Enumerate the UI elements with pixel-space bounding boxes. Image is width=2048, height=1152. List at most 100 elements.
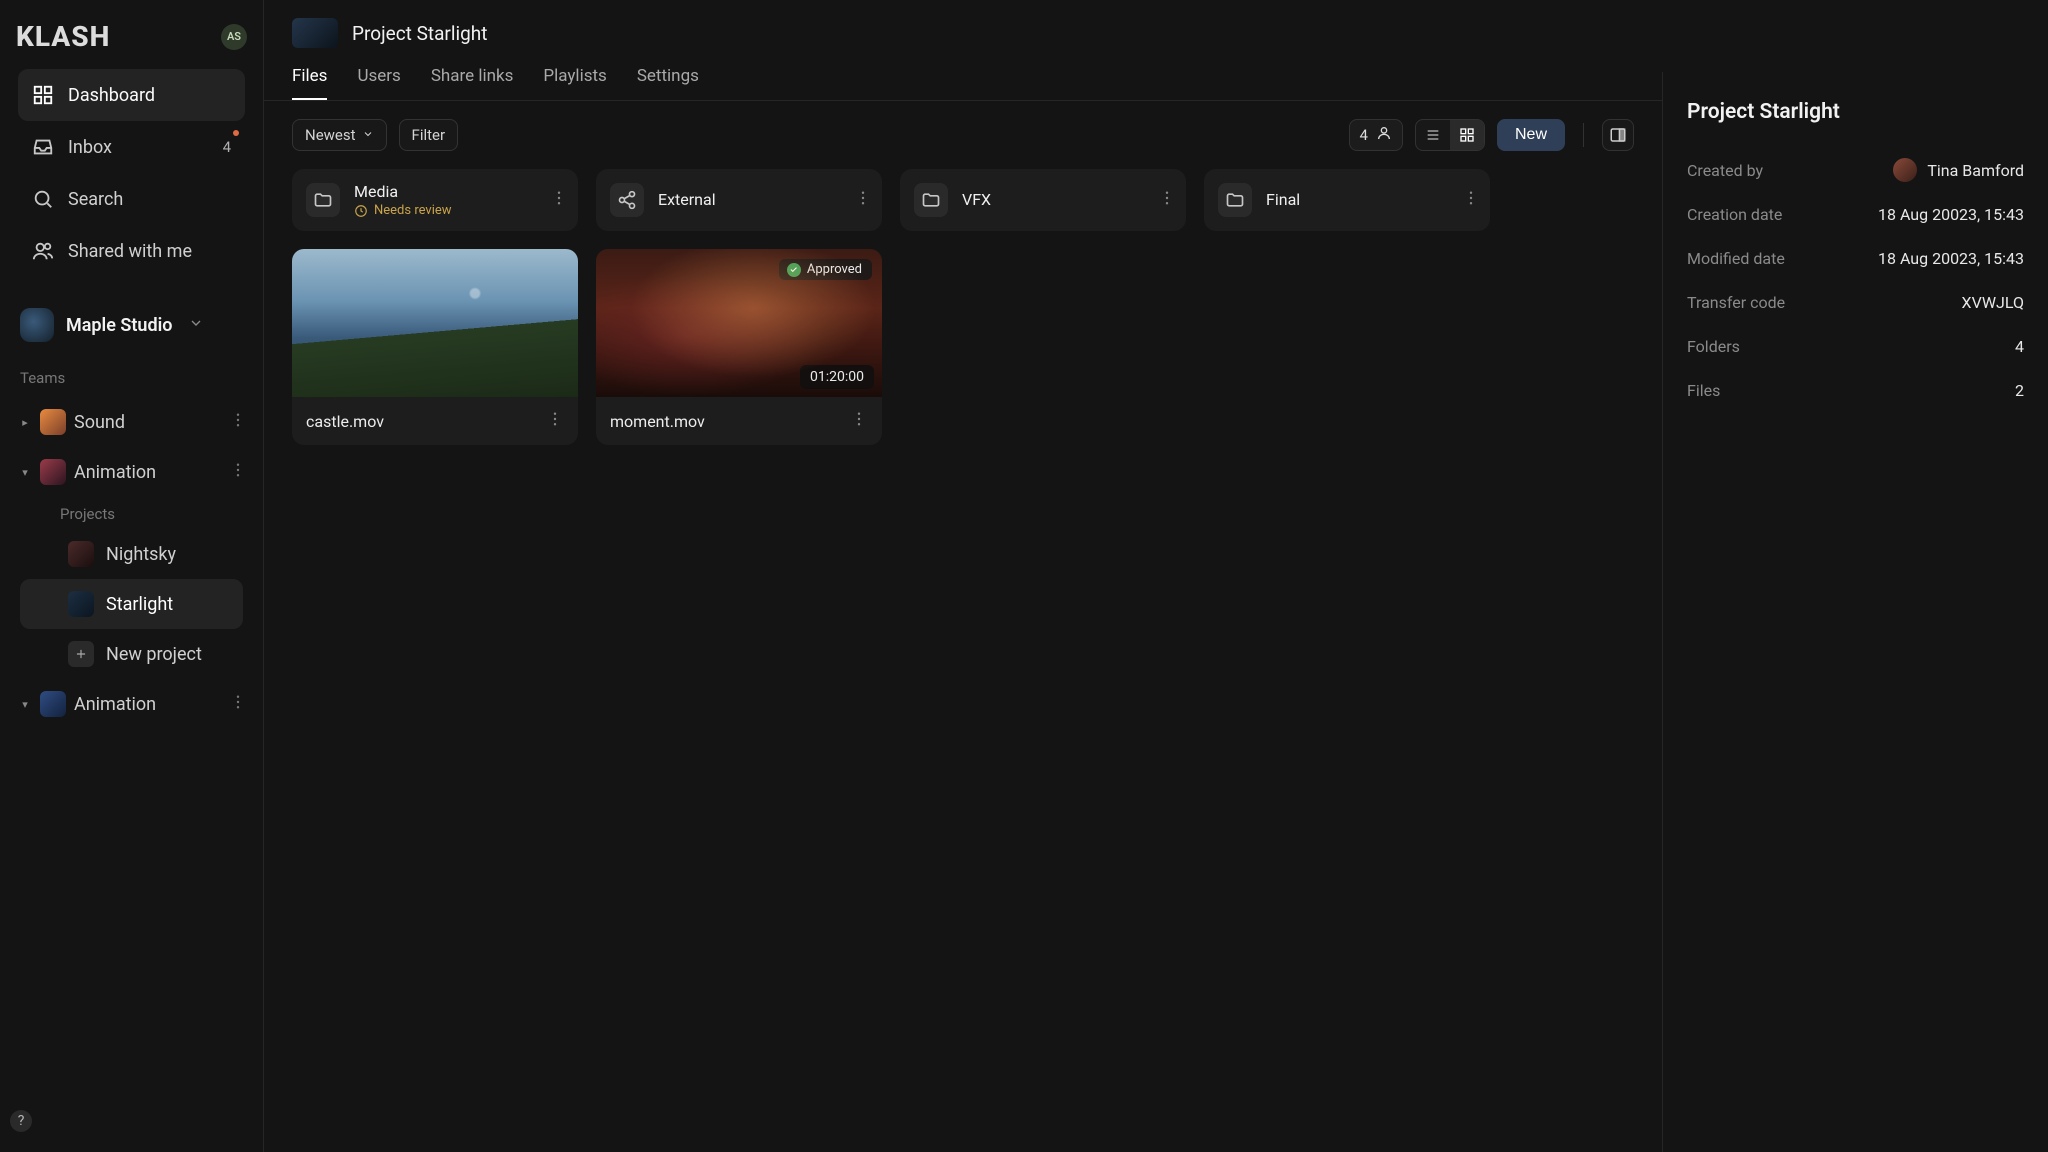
project-nightsky[interactable]: Nightsky [20, 529, 243, 579]
team-avatar [40, 409, 66, 435]
chevron-down-icon [362, 126, 374, 144]
approved-badge: Approved [779, 259, 872, 280]
new-button[interactable]: New [1497, 119, 1565, 151]
project-starlight[interactable]: Starlight [20, 579, 243, 629]
detail-value: 2 [2015, 381, 2024, 400]
team-more-button[interactable] [229, 411, 247, 434]
file-more-button[interactable] [546, 410, 564, 432]
details-panel: Project Starlight Created by Tina Bamfor… [1662, 72, 2048, 1152]
team-sound[interactable]: ▸ Sound [6, 397, 257, 447]
user-icon [1376, 125, 1392, 145]
share-icon [610, 183, 644, 217]
sort-label: Newest [305, 126, 356, 144]
detail-key: Created by [1687, 161, 1763, 180]
dashboard-icon [32, 84, 54, 106]
filter-button[interactable]: Filter [399, 119, 459, 151]
projects-heading: Projects [6, 497, 257, 529]
view-list-button[interactable] [1416, 120, 1450, 150]
team-avatar [40, 459, 66, 485]
tab-playlists[interactable]: Playlists [543, 66, 606, 100]
file-more-button[interactable] [850, 410, 868, 432]
inbox-icon [32, 136, 54, 158]
team-more-button[interactable] [229, 693, 247, 716]
page-title: Project Starlight [352, 22, 487, 45]
sort-dropdown[interactable]: Newest [292, 119, 387, 151]
app-logo: KLASH [16, 20, 110, 53]
nav-dashboard[interactable]: Dashboard [18, 69, 245, 121]
team-more-button[interactable] [229, 461, 247, 484]
file-thumbnail: Approved 01:20:00 [596, 249, 882, 397]
folder-status: Needs review [374, 203, 452, 218]
inbox-count-value: 4 [223, 138, 231, 156]
chevron-down-icon[interactable]: ▾ [18, 698, 32, 711]
user-avatar-icon [1893, 158, 1917, 182]
file-duration: 01:20:00 [496, 369, 570, 385]
filter-label: Filter [412, 126, 446, 144]
folder-external[interactable]: External [596, 169, 882, 231]
detail-files: Files 2 [1687, 368, 2024, 412]
folder-icon [1218, 183, 1252, 217]
details-title: Project Starlight [1687, 100, 2024, 124]
tab-share-links[interactable]: Share links [431, 66, 514, 100]
detail-key: Creation date [1687, 205, 1782, 224]
plus-icon [68, 641, 94, 667]
nav-shared[interactable]: Shared with me [18, 225, 245, 277]
detail-created-by: Created by Tina Bamford [1687, 148, 2024, 192]
detail-key: Files [1687, 381, 1720, 400]
chevron-right-icon[interactable]: ▸ [18, 416, 32, 429]
nav-inbox-label: Inbox [68, 137, 112, 158]
member-count: 4 [1360, 126, 1368, 144]
file-name: castle.mov [306, 412, 384, 431]
workspace-switcher[interactable]: Maple Studio [0, 303, 263, 347]
workspace-name: Maple Studio [66, 315, 172, 336]
file-duration: 01:20:00 [810, 369, 864, 385]
detail-key: Folders [1687, 337, 1740, 356]
detail-modified-date: Modified date 18 Aug 20023, 15:43 [1687, 236, 2024, 280]
tab-files[interactable]: Files [292, 66, 327, 100]
file-moment[interactable]: Approved 01:20:00 moment.mov [596, 249, 882, 445]
file-castle[interactable]: v2 01:20:00 castle.mov [292, 249, 578, 445]
folder-final[interactable]: Final [1204, 169, 1490, 231]
tab-users[interactable]: Users [357, 66, 400, 100]
folder-name: External [658, 190, 716, 209]
user-avatar[interactable]: AS [221, 24, 247, 50]
sidebar: KLASH AS Dashboard Inbox 4 Search [0, 0, 264, 1152]
nav-inbox[interactable]: Inbox 4 [18, 121, 245, 173]
member-count-button[interactable]: 4 [1349, 119, 1403, 151]
workspace-avatar [20, 308, 54, 342]
project-label: Nightsky [106, 544, 176, 565]
detail-value: 4 [2015, 337, 2024, 356]
project-label: Starlight [106, 594, 173, 615]
folder-more-button[interactable] [854, 189, 872, 212]
detail-value: 18 Aug 20023, 15:43 [1878, 249, 2024, 268]
help-button[interactable]: ? [10, 1110, 32, 1132]
team-label: Animation [74, 462, 156, 483]
nav-search[interactable]: Search [18, 173, 245, 225]
project-thumb [68, 591, 94, 617]
nav-shared-label: Shared with me [68, 241, 192, 262]
new-project-button[interactable]: New project [20, 629, 243, 679]
team-animation-2[interactable]: ▾ Animation [6, 679, 257, 729]
tab-settings[interactable]: Settings [637, 66, 699, 100]
folder-vfx[interactable]: VFX [900, 169, 1186, 231]
detail-transfer-code: Transfer code XVWJLQ [1687, 280, 2024, 324]
chevron-down-icon[interactable]: ▾ [18, 466, 32, 479]
clock-icon [354, 204, 368, 218]
details-panel-toggle[interactable] [1602, 119, 1634, 151]
approved-label: Approved [807, 262, 862, 277]
search-icon [32, 188, 54, 210]
detail-creation-date: Creation date 18 Aug 20023, 15:43 [1687, 192, 2024, 236]
folder-name: Final [1266, 190, 1300, 209]
view-grid-button[interactable] [1450, 120, 1484, 150]
team-animation[interactable]: ▾ Animation [6, 447, 257, 497]
folder-more-button[interactable] [550, 189, 568, 212]
inbox-unread-dot [233, 130, 239, 136]
folder-icon [914, 183, 948, 217]
view-mode-toggle [1415, 119, 1485, 151]
folder-more-button[interactable] [1462, 189, 1480, 212]
folder-more-button[interactable] [1158, 189, 1176, 212]
folder-media[interactable]: Media Needs review [292, 169, 578, 231]
file-version-badge: v2 [464, 369, 496, 385]
detail-key: Transfer code [1687, 293, 1785, 312]
file-thumbnail: v2 01:20:00 [292, 249, 578, 397]
